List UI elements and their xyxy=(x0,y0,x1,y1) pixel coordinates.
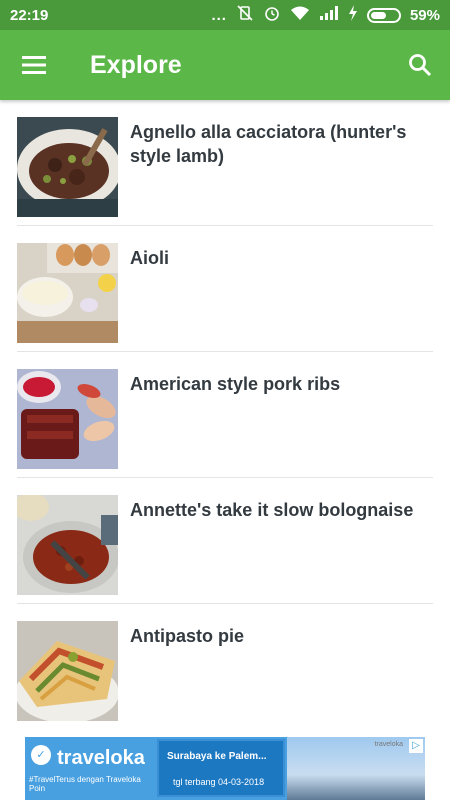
status-time: 22:19 xyxy=(10,6,49,24)
list-item[interactable]: Antipasto pie xyxy=(17,604,433,730)
ad-banner[interactable]: ✓ traveloka #TravelTerus dengan Travelok… xyxy=(25,737,425,800)
recipe-list: Agnello alla cacciatora (hunter's style … xyxy=(0,100,450,730)
traveloka-badge-icon: ✓ xyxy=(31,745,51,765)
recipe-thumbnail xyxy=(17,495,118,595)
ad-logo-area: ✓ traveloka #TravelTerus dengan Travelok… xyxy=(25,737,157,800)
hamburger-menu-icon xyxy=(22,56,46,74)
recipe-title: Aioli xyxy=(130,248,169,268)
app-bar: Explore xyxy=(0,30,450,100)
battery-percent: 59% xyxy=(409,6,440,24)
page-title: Explore xyxy=(90,50,182,79)
recipe-title: Annette's take it slow bolognaise xyxy=(130,500,414,520)
charging-icon xyxy=(348,5,358,25)
list-item[interactable]: Agnello alla cacciatora (hunter's style … xyxy=(17,100,433,226)
battery-fill xyxy=(370,11,386,19)
list-item[interactable]: Aioli xyxy=(17,226,433,352)
notification-dots: ... xyxy=(211,6,227,24)
recipe-title: Antipasto pie xyxy=(130,626,245,646)
ad-tagline: #TravelTerus dengan Traveloka Poin xyxy=(29,775,141,793)
ad-brand: traveloka xyxy=(57,747,145,769)
ad-photo: traveloka xyxy=(287,737,425,800)
recipe-thumbnail xyxy=(17,621,118,721)
ad-promo-title: Surabaya ke Palem... xyxy=(167,751,267,762)
alarm-icon xyxy=(263,4,281,26)
ad-choices-icon[interactable]: ▷ xyxy=(409,739,423,753)
menu-button[interactable] xyxy=(0,30,70,100)
recipe-title: American style pork ribs xyxy=(130,374,341,394)
wifi-icon xyxy=(290,5,310,25)
ad-promo-date: tgl terbang 04-03-2018 xyxy=(173,777,265,787)
vibrate-off-icon xyxy=(236,4,254,26)
status-icons: ... 59% xyxy=(211,4,440,26)
list-item[interactable]: Annette's take it slow bolognaise xyxy=(17,478,433,604)
recipe-title: Agnello alla cacciatora (hunter's style … xyxy=(130,122,407,166)
recipe-thumbnail xyxy=(17,369,118,469)
battery-icon xyxy=(366,7,401,23)
ad-brand-small: traveloka xyxy=(374,741,403,748)
status-bar: 22:19 ... 59% xyxy=(0,0,450,30)
search-icon xyxy=(409,54,432,77)
recipe-thumbnail xyxy=(17,117,118,217)
signal-icon xyxy=(319,5,339,25)
ad-promo: Surabaya ke Palem... tgl terbang 04-03-2… xyxy=(157,739,285,797)
list-item[interactable]: American style pork ribs xyxy=(17,352,433,478)
recipe-thumbnail xyxy=(17,243,118,343)
search-button[interactable] xyxy=(390,30,450,100)
